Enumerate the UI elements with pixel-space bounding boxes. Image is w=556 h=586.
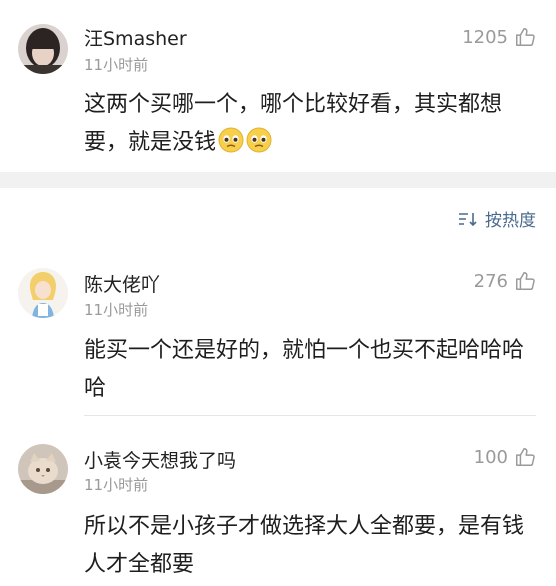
like-button[interactable]: 1205	[462, 26, 536, 48]
section-separator	[0, 172, 556, 188]
pleading-face-emoji-icon	[218, 127, 244, 153]
avatar[interactable]	[18, 268, 68, 318]
timestamp: 11小时前	[84, 476, 149, 494]
like-count: 100	[473, 446, 508, 468]
avatar[interactable]	[18, 444, 68, 494]
thumbs-up-icon	[516, 448, 535, 466]
like-count: 276	[473, 270, 508, 292]
timestamp: 11小时前	[84, 301, 149, 319]
like-button[interactable]: 100	[474, 446, 536, 468]
comment-text: 这两个买哪一个，哪个比较好看，其实都想要，就是没钱	[84, 86, 536, 162]
thumbs-up-icon	[516, 28, 535, 46]
pleading-face-emoji-icon	[246, 127, 272, 153]
thumbs-up-icon	[516, 272, 535, 290]
sort-label: 按热度	[485, 211, 536, 231]
reply-divider	[84, 415, 536, 416]
username[interactable]: 汪Smasher	[84, 24, 187, 51]
comment-top: 汪Smasher 11小时前 1205 这两个买哪一个，哪个比较好看，其实都想要…	[0, 0, 556, 172]
comment-item: 陈大佬吖 11小时前 276 能买一个还是好的，就怕一个也买不起哈哈哈哈	[0, 262, 556, 412]
comment-text: 能买一个还是好的，就怕一个也买不起哈哈哈哈	[84, 338, 525, 401]
comment-text-content: 这两个买哪一个，哪个比较好看，其实都想要，就是没钱	[84, 92, 503, 155]
timestamp: 11小时前	[84, 56, 149, 74]
username[interactable]: 小袁今天想我了吗	[84, 446, 236, 473]
avatar[interactable]	[18, 24, 68, 74]
like-count: 1205	[462, 26, 508, 48]
sort-by-hot-button[interactable]: 按热度	[457, 206, 536, 231]
like-button[interactable]: 276	[474, 270, 536, 292]
sort-icon	[459, 212, 477, 226]
comment-item: 小袁今天想我了吗 11小时前 100 所以不是小孩子才做选择大人全都要，是有钱人…	[0, 438, 556, 586]
comment-text: 所以不是小孩子才做选择大人全都要，是有钱人才全都要	[84, 514, 525, 577]
username[interactable]: 陈大佬吖	[84, 270, 160, 297]
